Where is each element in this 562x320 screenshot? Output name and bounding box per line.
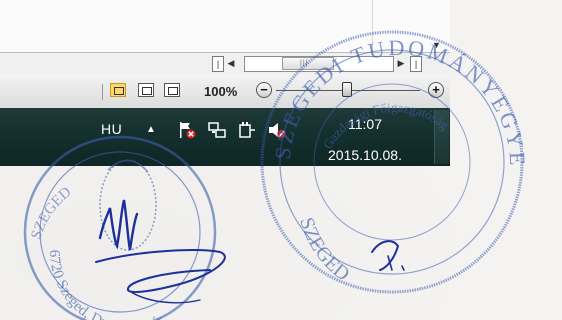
status-separator: [102, 84, 103, 100]
zoom-in-button[interactable]: +: [428, 82, 444, 98]
column-gridline: [372, 0, 373, 52]
zoom-slider-thumb[interactable]: [342, 82, 352, 97]
network-icon[interactable]: [208, 121, 226, 139]
volume-muted-icon[interactable]: [268, 121, 286, 139]
zoom-out-button[interactable]: −: [256, 82, 272, 98]
clock-date[interactable]: 2015.10.08.: [328, 147, 402, 163]
language-indicator[interactable]: HU: [101, 121, 122, 137]
normal-view-icon[interactable]: [110, 83, 126, 97]
flag-error-icon[interactable]: [178, 121, 196, 139]
show-hidden-icons-button[interactable]: ▲: [146, 124, 156, 135]
last-sheet-icon[interactable]: |: [410, 56, 422, 72]
clock-time[interactable]: 11:07: [348, 116, 382, 132]
scroll-right-icon[interactable]: ▶: [396, 56, 406, 70]
zoom-level[interactable]: 100%: [204, 84, 237, 99]
page-break-view-icon[interactable]: [164, 83, 180, 97]
scroll-left-icon[interactable]: ◀: [226, 56, 236, 70]
thumb-grip-icon: |||: [300, 60, 309, 67]
vertical-scrollbar-thumb[interactable]: [429, 0, 445, 10]
first-sheet-icon[interactable]: |: [212, 56, 224, 72]
spreadsheet-area[interactable]: [0, 0, 450, 52]
power-plug-icon[interactable]: [238, 121, 256, 139]
show-desktop-button[interactable]: [434, 110, 449, 164]
scroll-down-icon[interactable]: ▼: [432, 40, 441, 50]
page-layout-view-icon[interactable]: [138, 83, 154, 97]
